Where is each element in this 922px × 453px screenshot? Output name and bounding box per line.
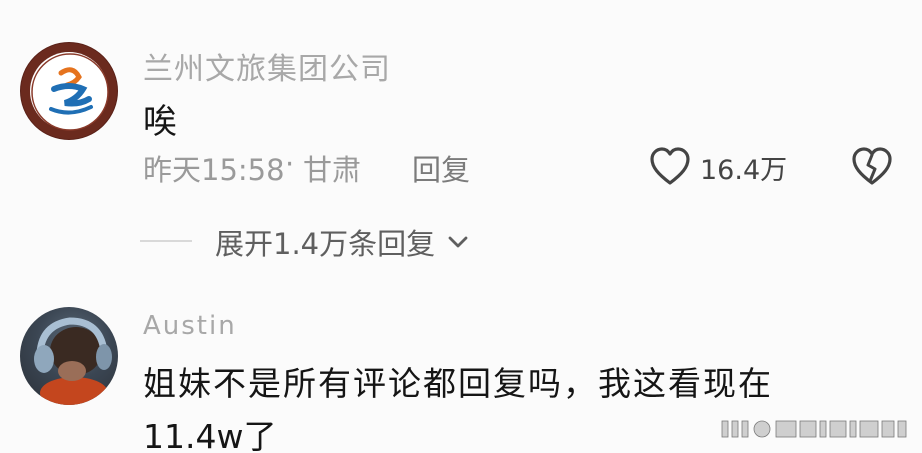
avatar-austin[interactable] [20,307,118,405]
broken-heart-icon [852,147,892,185]
comment-timestamp: 昨天15:58 [143,153,285,187]
expand-replies-button[interactable]: 展开1.4万条回复 [215,221,470,261]
avatar-lanzhou-culture-tourism[interactable] [20,42,118,140]
like-count: 16.4万 [700,155,788,186]
heart-outline-icon [650,147,690,185]
expand-replies-label: 展开1.4万条回复 [215,227,436,261]
reply-button[interactable]: 回复 [412,147,470,189]
company-logo-icon [31,53,109,131]
comment-username[interactable]: Austin [143,311,237,341]
avatar-photo [34,317,112,405]
comment-text: 唉 [143,102,177,142]
expand-divider-line [140,240,192,242]
like-button[interactable]: 16.4万 [648,145,798,189]
comment-screen: 兰州文旅集团公司 唉 昨天15:58 · 甘肃 回复 16.4万 展开1.4万条… [0,0,922,453]
watermark-logo [721,420,907,438]
chevron-down-icon [448,236,468,248]
meta-separator: · [285,147,295,181]
comment-location: 甘肃 [303,153,362,187]
comment-username[interactable]: 兰州文旅集团公司 [143,44,391,88]
comment-text-line-1: 姐妹不是所有评论都回复吗，我这看现在 [143,364,773,403]
dislike-button[interactable] [850,145,894,189]
comment-text-line-2: 11.4w了 [143,417,277,453]
